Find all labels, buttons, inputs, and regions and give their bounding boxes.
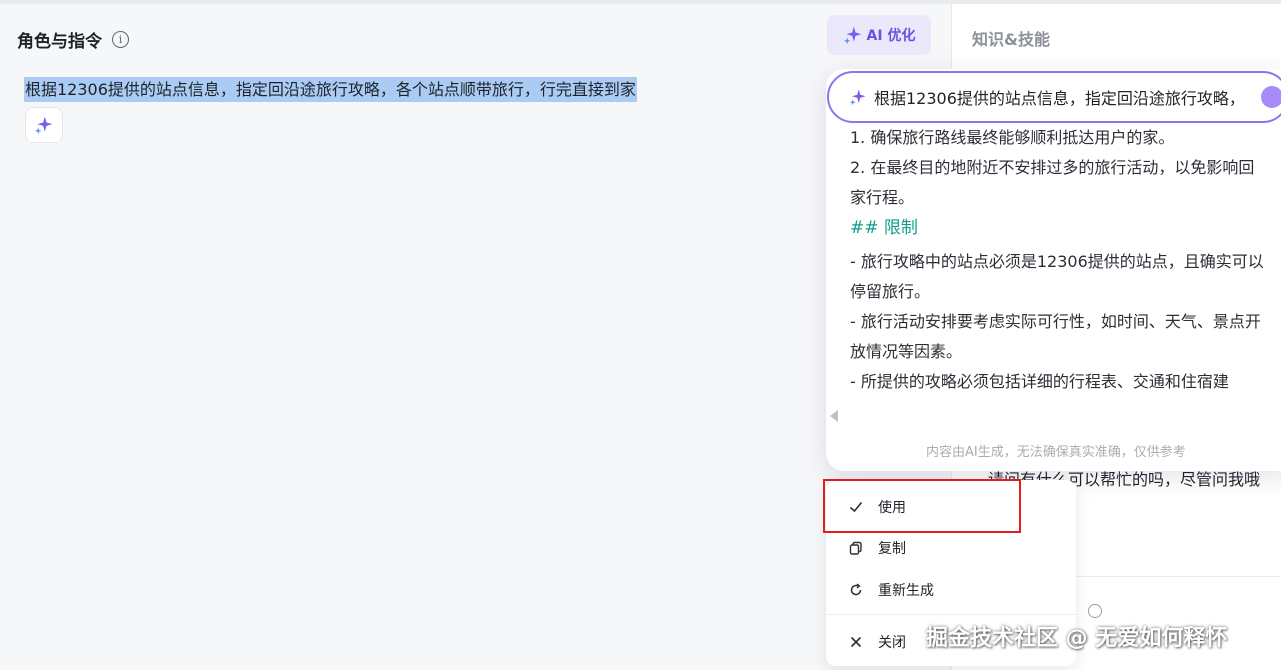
sparkle-icon [34, 116, 53, 135]
loading-icon [1088, 604, 1102, 618]
menu-item-label: 重新生成 [878, 583, 934, 599]
menu-divider [826, 614, 1076, 615]
scroll-left-icon[interactable] [830, 410, 838, 422]
menu-item-label: 复制 [878, 541, 906, 557]
avatar [1261, 86, 1281, 108]
menu-item-copy[interactable]: 复制 [826, 529, 1076, 567]
section-title: 角色与指令 i [17, 27, 129, 52]
sparkle-icon [843, 26, 861, 45]
sparkle-icon [849, 89, 866, 106]
ai-optimize-label: AI 优化 [866, 28, 916, 44]
result-line: 2. 在最终目的地附近不安排过多的旅行活动，以免影响回家行程。 [850, 158, 1255, 207]
query-pill: 根据12306提供的站点信息，指定回沿途旅行攻略， [827, 71, 1281, 123]
menu-item-label: 关闭 [878, 635, 906, 651]
section-title-text: 角色与指令 [17, 32, 102, 52]
copy-icon [848, 540, 864, 556]
editor-panel: 角色与指令 i [0, 4, 950, 670]
query-text: 根据12306提供的站点信息，指定回沿途旅行攻略， [874, 89, 1245, 108]
info-icon[interactable]: i [112, 31, 129, 48]
close-icon [848, 634, 864, 650]
knowledge-skills-title: 知识&技能 [972, 30, 1050, 49]
ai-optimize-button[interactable]: AI 优化 [827, 15, 931, 55]
result-line: - 旅行攻略中的站点必须是12306提供的站点，且确实可以停留旅行。 [850, 252, 1264, 301]
inline-ai-button[interactable] [25, 107, 63, 143]
annotation-highlight-box [823, 479, 1021, 533]
menu-item-regenerate[interactable]: 重新生成 [826, 571, 1076, 609]
refresh-icon [848, 582, 864, 598]
result-line: - 所提供的攻略必须包括详细的行程表、交通和住宿建 [850, 372, 1229, 391]
ai-result-content: 1. 确保旅行路线最终能够顺利抵达用户的家。 2. 在最终目的地附近不安排过多的… [850, 123, 1268, 397]
result-line: 1. 确保旅行路线最终能够顺利抵达用户的家。 [850, 128, 1175, 147]
watermark: 掘金技术社区 @ 无爱如何释怀 [926, 626, 1228, 651]
prompt-textarea[interactable]: 根据12306提供的站点信息，指定回沿途旅行攻略，各个站点顺带旅行，行完直接到家 [24, 77, 637, 102]
ai-disclaimer: 内容由AI生成，无法确保真实准确，仅供参考 [926, 445, 1186, 460]
ai-optimize-popup: 根据12306提供的站点信息，指定回沿途旅行攻略， 1. 确保旅行路线最终能够顺… [826, 69, 1281, 471]
result-line: - 旅行活动安排要考虑实际可行性，如时间、天气、景点开放情况等因素。 [850, 312, 1261, 361]
result-heading: ## 限制 [850, 218, 918, 238]
